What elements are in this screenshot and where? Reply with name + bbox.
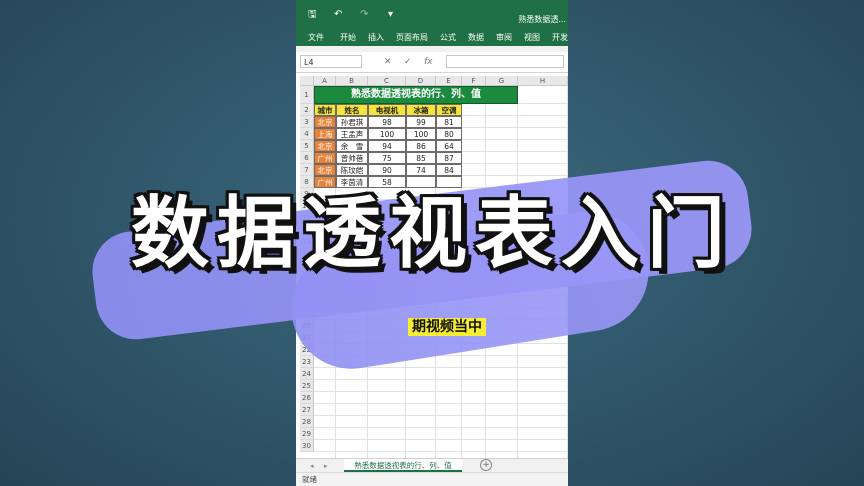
formula-input[interactable] — [446, 55, 564, 68]
prev-sheet-icon[interactable]: ◂ — [310, 460, 314, 472]
document-title: 熟悉数据透... — [518, 15, 566, 24]
more-icon[interactable]: ▾ — [388, 9, 393, 21]
data-cell[interactable]: 94 — [368, 140, 406, 152]
column-header-a[interactable]: A — [314, 76, 336, 86]
data-cell[interactable]: 80 — [436, 128, 462, 140]
data-cell[interactable]: 85 — [406, 152, 436, 164]
grid-line — [314, 427, 568, 428]
column-header-g[interactable]: G — [486, 76, 518, 86]
data-cell[interactable]: 100 — [406, 128, 436, 140]
subtitle-caption: 期视频当中 — [408, 318, 486, 336]
city-cell[interactable]: 北京 — [314, 116, 336, 128]
city-cell[interactable]: 北京 — [314, 164, 336, 176]
grid-line — [314, 439, 568, 440]
ribbon-tabs: 文件 开始 插入 页面布局 公式 数据 审阅 视图 开发 — [296, 30, 568, 46]
tab-file[interactable]: 文件 — [308, 32, 324, 43]
formula-bar: L4 ✕ ✓ fx — [296, 52, 568, 73]
row-header-28[interactable]: 28 — [300, 416, 314, 428]
data-cell[interactable]: 陈玟皑 — [336, 164, 368, 176]
tab-home[interactable]: 开始 — [340, 32, 356, 43]
row-header-7[interactable]: 7 — [300, 164, 314, 176]
tab-developer[interactable]: 开发 — [552, 32, 568, 43]
header-cell[interactable]: 电视机 — [368, 104, 406, 116]
data-cell[interactable]: 74 — [406, 164, 436, 176]
row-header-6[interactable]: 6 — [300, 152, 314, 164]
title-bar: 🖫 ↶ ↷ ▾ 熟悉数据透... — [296, 0, 568, 30]
name-box[interactable]: L4 — [300, 55, 362, 68]
overlay-title: 数据透视表入门 — [130, 189, 733, 279]
data-cell[interactable]: 99 — [406, 116, 436, 128]
status-bar: 就绪 — [296, 472, 568, 486]
data-cell[interactable]: 64 — [436, 140, 462, 152]
data-cell[interactable]: 王孟声 — [336, 128, 368, 140]
data-cell[interactable]: 余 雪 — [336, 140, 368, 152]
data-cell[interactable]: 90 — [368, 164, 406, 176]
row-header-2[interactable]: 2 — [300, 104, 314, 116]
undo-icon[interactable]: ↶ — [334, 9, 342, 21]
select-all-corner[interactable] — [300, 76, 314, 86]
tab-formulas[interactable]: 公式 — [440, 32, 456, 43]
tab-page-layout[interactable]: 页面布局 — [396, 32, 428, 43]
data-cell[interactable]: 98 — [368, 116, 406, 128]
city-cell[interactable]: 北京 — [314, 140, 336, 152]
data-cell[interactable]: 100 — [368, 128, 406, 140]
grid-line — [314, 391, 568, 392]
tab-insert[interactable]: 插入 — [368, 32, 384, 43]
column-header-h[interactable]: H — [518, 76, 568, 86]
save-icon[interactable]: 🖫 — [308, 9, 317, 21]
add-sheet-icon[interactable]: + — [480, 459, 492, 471]
sheet-title-cell[interactable]: 熟悉数据透视表的行、列、值 — [314, 86, 518, 104]
function-icon[interactable]: fx — [424, 56, 433, 68]
city-cell[interactable]: 上海 — [314, 128, 336, 140]
redo-icon[interactable]: ↷ — [360, 9, 368, 21]
cancel-icon[interactable]: ✕ — [384, 56, 392, 68]
header-cell[interactable]: 冰箱 — [406, 104, 436, 116]
data-cell[interactable]: 81 — [436, 116, 462, 128]
row-header-1[interactable]: 1 — [300, 86, 314, 104]
header-cell[interactable]: 姓名 — [336, 104, 368, 116]
row-header-26[interactable]: 26 — [300, 392, 314, 404]
confirm-icon[interactable]: ✓ — [404, 56, 412, 68]
row-header-23[interactable]: 23 — [300, 356, 314, 368]
tab-data[interactable]: 数据 — [468, 32, 484, 43]
row-header-27[interactable]: 27 — [300, 404, 314, 416]
city-cell[interactable]: 广州 — [314, 152, 336, 164]
grid-line — [314, 379, 568, 380]
tab-review[interactable]: 审阅 — [496, 32, 512, 43]
row-header-5[interactable]: 5 — [300, 140, 314, 152]
grid-line — [314, 403, 568, 404]
row-header-30[interactable]: 30 — [300, 440, 314, 452]
sheet-tab-active[interactable]: 熟悉数据透视表的行、列、值 — [344, 459, 462, 472]
grid-line — [314, 451, 568, 452]
data-cell[interactable]: 84 — [436, 164, 462, 176]
data-cell[interactable]: 75 — [368, 152, 406, 164]
column-header-c[interactable]: C — [368, 76, 406, 86]
row-header-24[interactable]: 24 — [300, 368, 314, 380]
column-header-e[interactable]: E — [436, 76, 462, 86]
data-cell[interactable]: 曾帅蓓 — [336, 152, 368, 164]
row-header-29[interactable]: 29 — [300, 428, 314, 440]
status-ready: 就绪 — [302, 475, 317, 484]
header-cell[interactable]: 空调 — [436, 104, 462, 116]
sheet-tab-bar: ◂ ▸ 熟悉数据透视表的行、列、值 + — [296, 458, 568, 473]
row-header-25[interactable]: 25 — [300, 380, 314, 392]
next-sheet-icon[interactable]: ▸ — [324, 460, 328, 472]
row-header-3[interactable]: 3 — [300, 116, 314, 128]
data-cell[interactable]: 86 — [406, 140, 436, 152]
data-cell[interactable]: 孙君琪 — [336, 116, 368, 128]
grid-line — [314, 415, 568, 416]
data-cell[interactable]: 87 — [436, 152, 462, 164]
header-cell[interactable]: 城市 — [314, 104, 336, 116]
column-header-f[interactable]: F — [462, 76, 486, 86]
row-header-4[interactable]: 4 — [300, 128, 314, 140]
tab-view[interactable]: 视图 — [524, 32, 540, 43]
column-header-d[interactable]: D — [406, 76, 436, 86]
column-header-b[interactable]: B — [336, 76, 368, 86]
